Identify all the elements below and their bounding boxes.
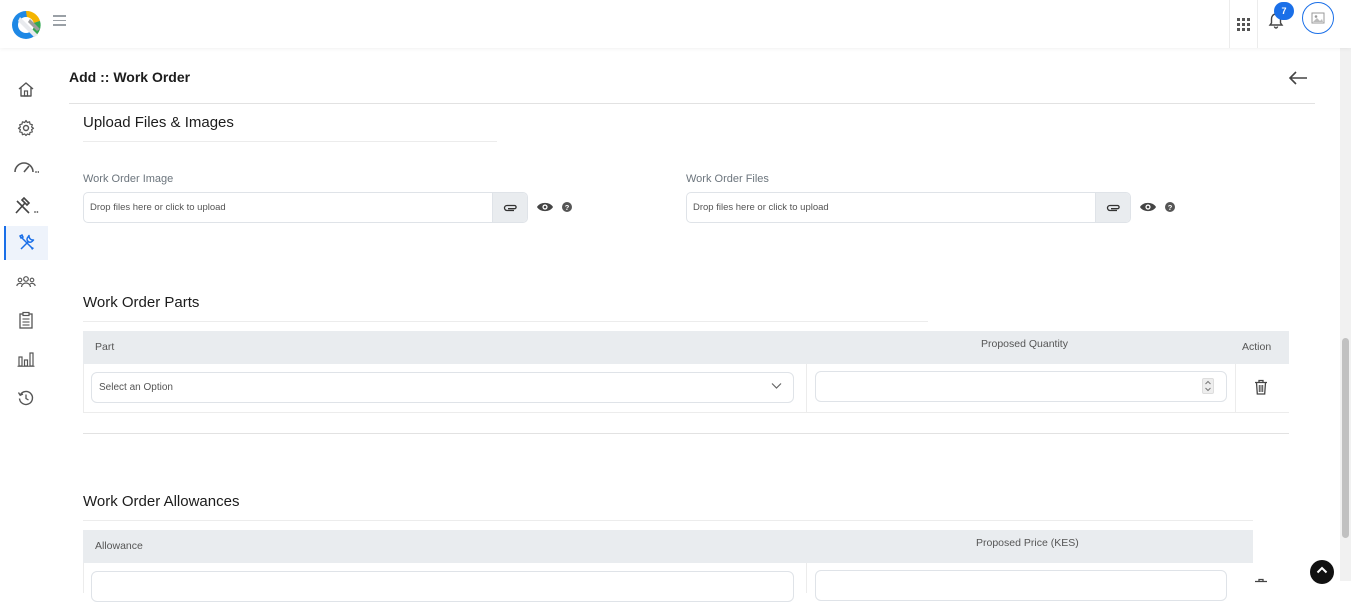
title-divider: [69, 103, 1315, 104]
history-icon: [17, 390, 34, 406]
chevron-up-icon: [1316, 566, 1328, 574]
attach-button[interactable]: [492, 193, 527, 222]
sidebar: [0, 48, 52, 581]
gear-icon: [17, 119, 35, 137]
parts-table-header: Part Proposed Quantity Action: [83, 331, 1289, 364]
dropzone-placeholder: Drop files here or click to upload: [90, 202, 226, 213]
quantity-stepper[interactable]: [1202, 378, 1214, 394]
column-header-allowance: Allowance: [95, 540, 143, 552]
allowance-select[interactable]: [91, 571, 794, 602]
sidebar-item-home[interactable]: [4, 72, 48, 106]
work-order-image-label: Work Order Image: [83, 173, 174, 185]
part-select[interactable]: Select an Option: [91, 372, 794, 403]
table-row: Select an Option: [83, 364, 1289, 413]
allowances-section-divider: [83, 520, 1253, 521]
column-divider: [1235, 364, 1236, 412]
column-header-proposed-price: Proposed Price (KES): [976, 537, 1079, 549]
sidebar-item-work-orders[interactable]: [4, 226, 48, 260]
chevron-down-icon: [771, 383, 782, 389]
preview-eye-icon[interactable]: [1139, 200, 1157, 212]
column-divider: [806, 364, 807, 412]
apps-grid-button[interactable]: [1229, 0, 1258, 48]
column-divider: [806, 563, 807, 593]
upload-section-title: Upload Files & Images: [83, 114, 234, 131]
column-header-part: Part: [95, 341, 115, 353]
delete-row-trash-icon[interactable]: [1254, 578, 1268, 594]
bar-chart-icon: [17, 352, 35, 367]
menu-toggle-icon[interactable]: [53, 15, 66, 27]
users-icon: [16, 276, 36, 288]
help-icon[interactable]: ?: [1165, 202, 1175, 212]
vertical-scrollbar[interactable]: [1340, 48, 1351, 581]
tools-icon: [15, 197, 39, 214]
allowances-section-title: Work Order Allowances: [83, 493, 240, 510]
scrollbar-thumb[interactable]: [1342, 338, 1349, 538]
column-header-proposed-quantity: Proposed Quantity: [981, 338, 1068, 350]
upload-section-divider: [83, 141, 497, 142]
notification-count-badge: 7: [1274, 2, 1294, 20]
proposed-quantity-input[interactable]: [815, 371, 1227, 402]
work-order-files-dropzone[interactable]: Drop files here or click to upload: [686, 192, 1131, 223]
sidebar-item-users[interactable]: [4, 265, 48, 299]
proposed-price-input[interactable]: [815, 570, 1227, 601]
page-title: Add :: Work Order: [69, 69, 191, 85]
stepper-arrows-icon: [1205, 380, 1211, 392]
dropzone-placeholder: Drop files here or click to upload: [693, 202, 829, 213]
column-header-action: Action: [1242, 341, 1272, 353]
apps-grid-icon: [1237, 17, 1250, 31]
main-content: Add :: Work Order Upload Files & Images …: [52, 48, 1340, 602]
back-arrow-icon[interactable]: [1288, 70, 1308, 86]
sidebar-item-tools[interactable]: [4, 189, 48, 223]
select-placeholder: Select an Option: [99, 382, 173, 393]
table-row: [83, 563, 1289, 602]
user-image-icon: [1311, 12, 1325, 24]
allowances-table-header: Allowance Proposed Price (KES): [83, 530, 1253, 563]
work-order-files-label: Work Order Files: [686, 173, 769, 185]
parts-section-title: Work Order Parts: [83, 294, 200, 311]
attach-button[interactable]: [1095, 193, 1130, 222]
sidebar-item-settings[interactable]: [4, 111, 48, 145]
parts-section-divider: [83, 321, 928, 322]
app-logo[interactable]: [10, 7, 46, 43]
paperclip-icon: [1106, 204, 1120, 211]
home-icon: [18, 81, 34, 97]
clipboard-icon: [19, 311, 33, 329]
sidebar-item-analytics[interactable]: [4, 342, 48, 376]
work-order-image-dropzone[interactable]: Drop files here or click to upload: [83, 192, 528, 223]
wrench-screwdriver-icon: [18, 234, 35, 250]
sidebar-item-gauge[interactable]: [4, 150, 48, 184]
delete-row-trash-icon[interactable]: [1254, 379, 1268, 395]
preview-eye-icon[interactable]: [536, 200, 554, 212]
sidebar-item-reports[interactable]: [4, 303, 48, 337]
paperclip-icon: [503, 204, 517, 211]
scroll-to-top-button[interactable]: [1310, 560, 1334, 584]
parts-section-bottom-divider: [83, 433, 1289, 434]
help-icon[interactable]: ?: [562, 202, 572, 212]
top-bar: 7: [0, 0, 1351, 48]
user-avatar[interactable]: [1302, 2, 1334, 34]
gauge-icon: [14, 162, 39, 173]
sidebar-item-history[interactable]: [4, 381, 48, 415]
